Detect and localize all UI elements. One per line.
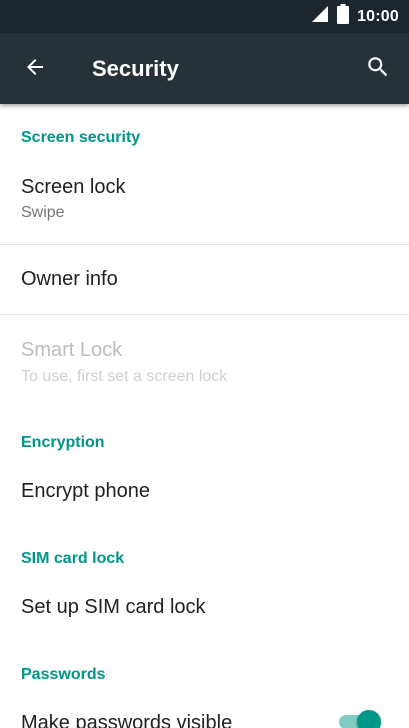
page-title: Security <box>92 56 179 81</box>
back-button[interactable] <box>16 50 54 88</box>
setting-smart-lock: Smart Lock To use, first set a screen lo… <box>0 315 409 407</box>
setting-summary: Swipe <box>21 204 65 221</box>
setting-title: Make passwords visible <box>21 712 233 728</box>
battery-icon <box>337 4 350 29</box>
setting-screen-lock[interactable]: Screen lock Swipe <box>0 156 409 244</box>
setting-title: Encrypt phone <box>21 480 150 502</box>
arrow-left-icon <box>23 55 47 84</box>
section-header-sim-card-lock: SIM card lock <box>21 550 125 567</box>
section-header-screen-security: Screen security <box>21 129 141 146</box>
setting-title: Screen lock <box>21 176 126 198</box>
signal-icon <box>311 5 329 28</box>
toggle-thumb <box>357 710 381 728</box>
passwords-visible-toggle[interactable] <box>337 710 385 728</box>
setting-owner-info[interactable]: Owner info <box>0 245 409 314</box>
status-bar: 10:00 <box>0 0 409 33</box>
setting-sim-card-lock[interactable]: Set up SIM card lock <box>0 574 409 632</box>
search-button[interactable] <box>359 50 397 88</box>
setting-encrypt-phone[interactable]: Encrypt phone <box>0 458 409 516</box>
toolbar: Security <box>0 33 409 104</box>
setting-title: Set up SIM card lock <box>21 596 206 618</box>
setting-title: Owner info <box>21 268 118 290</box>
settings-list: Screen security Screen lock Swipe Owner … <box>0 104 409 728</box>
setting-make-passwords-visible[interactable]: Make passwords visible <box>0 690 409 728</box>
setting-title: Smart Lock <box>21 339 123 361</box>
search-icon <box>365 54 391 85</box>
section-header-passwords: Passwords <box>21 666 106 683</box>
section-header-encryption: Encryption <box>21 434 105 451</box>
setting-summary: To use, first set a screen lock <box>21 368 228 385</box>
status-time: 10:00 <box>357 7 399 25</box>
